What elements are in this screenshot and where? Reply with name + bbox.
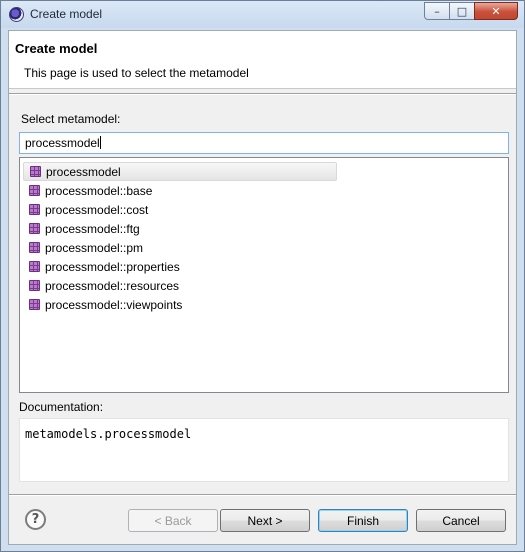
window-controls: – □ ✕ — [424, 2, 518, 20]
package-icon — [30, 166, 41, 177]
text-caret — [99, 136, 101, 149]
metamodel-item-label: processmodel::properties — [45, 259, 180, 274]
page-title: Create model — [15, 41, 98, 56]
next-button[interactable]: Next > — [220, 509, 310, 532]
page-description: This page is used to select the metamode… — [24, 66, 249, 80]
select-metamodel-label: Select metamodel: — [21, 112, 121, 126]
back-button[interactable]: < Back — [128, 509, 218, 532]
metamodel-list-item[interactable]: processmodel::viewpoints — [23, 295, 337, 314]
eclipse-icon — [9, 7, 24, 22]
metamodel-list-item[interactable]: processmodel::pm — [23, 238, 337, 257]
metamodel-item-label: processmodel::pm — [45, 240, 144, 255]
metamodel-list-item[interactable]: processmodel::properties — [23, 257, 337, 276]
close-button[interactable]: ✕ — [474, 2, 518, 20]
minimize-button[interactable]: – — [424, 2, 450, 20]
documentation-box: metamodels.processmodel — [19, 418, 509, 482]
button-bar-separator — [9, 494, 516, 496]
metamodel-list-item[interactable]: processmodel::cost — [23, 200, 337, 219]
metamodel-item-label: processmodel::resources — [45, 278, 180, 293]
metamodel-item-label: processmodel::base — [45, 183, 153, 198]
metamodel-item-label: processmodel::cost — [45, 202, 149, 217]
header-separator — [9, 93, 516, 95]
package-icon — [29, 204, 40, 215]
metamodel-item-label: processmodel::ftg — [45, 221, 140, 236]
maximize-button[interactable]: □ — [449, 2, 475, 20]
package-icon — [29, 299, 40, 310]
finish-button[interactable]: Finish — [318, 509, 408, 532]
cancel-button[interactable]: Cancel — [416, 509, 506, 532]
documentation-text: metamodels.processmodel — [25, 427, 192, 441]
package-icon — [29, 261, 40, 272]
metamodel-list-item[interactable]: processmodel::resources — [23, 276, 337, 295]
package-icon — [29, 223, 40, 234]
help-icon[interactable]: ? — [25, 509, 46, 530]
metamodel-item-label: processmodel — [46, 164, 121, 179]
filter-input-value: processmodel — [25, 136, 100, 150]
metamodel-item-label: processmodel::viewpoints — [45, 297, 183, 312]
metamodel-list-item[interactable]: processmodel::ftg — [23, 219, 337, 238]
package-icon — [29, 242, 40, 253]
dialog-client-area: Create model This page is used to select… — [8, 30, 517, 545]
metamodel-list-item[interactable]: processmodel — [23, 162, 337, 181]
documentation-label: Documentation: — [19, 400, 104, 414]
metamodel-list-item[interactable]: processmodel::base — [23, 181, 337, 200]
metamodel-list[interactable]: processmodelprocessmodel::baseprocessmod… — [19, 157, 509, 393]
package-icon — [29, 185, 40, 196]
create-model-dialog: Create model – □ ✕ Create model This pag… — [0, 0, 525, 552]
window-title: Create model — [30, 7, 103, 21]
package-icon — [29, 280, 40, 291]
wizard-header: Create model This page is used to select… — [9, 31, 516, 89]
metamodel-filter-input[interactable]: processmodel — [19, 132, 509, 154]
title-bar[interactable]: Create model – □ ✕ — [1, 1, 524, 28]
